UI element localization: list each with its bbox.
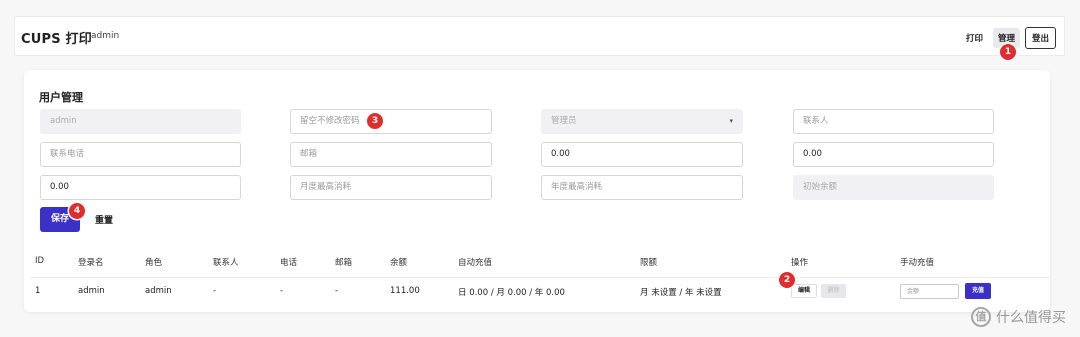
recharge-amount-input[interactable]: 金额 — [900, 284, 959, 299]
smzdm-logo-icon: 值 — [971, 307, 991, 327]
cell-phone: - — [280, 286, 284, 296]
cell-id: 1 — [35, 286, 41, 296]
col-role: 角色 — [145, 258, 163, 268]
email-field[interactable]: 邮箱 — [290, 142, 492, 167]
monthly-max-field[interactable]: 月度最高消耗 — [290, 175, 492, 200]
col-email: 邮箱 — [335, 258, 353, 268]
annotation-badge-2: 2 — [779, 272, 795, 288]
col-id: ID — [35, 256, 45, 266]
amount-field-c[interactable]: 0.00 — [40, 175, 241, 200]
col-actions: 操作 — [791, 258, 809, 268]
current-username: admin — [91, 31, 120, 41]
cell-contact: - — [213, 286, 217, 296]
amount-field-b[interactable]: 0.00 — [793, 142, 994, 167]
logout-button[interactable]: 登出 — [1024, 27, 1056, 49]
section-title: 用户管理 — [39, 91, 83, 104]
username-field: admin — [40, 109, 241, 134]
nav-print[interactable]: 打印 — [961, 28, 988, 48]
col-contact: 联系人 — [213, 258, 239, 268]
chevron-down-icon: ▾ — [729, 117, 733, 125]
edit-button[interactable]: 编辑 — [791, 284, 817, 298]
delete-button[interactable]: 删除 — [821, 284, 846, 298]
col-login: 登录名 — [78, 258, 104, 268]
cell-limit: 月 未设置 / 年 未设置 — [640, 288, 722, 298]
yearly-max-field[interactable]: 年度最高消耗 — [541, 175, 743, 200]
cell-balance: 111.00 — [390, 286, 420, 296]
cell-login: admin — [78, 286, 105, 296]
app-title: CUPS 打印 — [21, 32, 92, 47]
cell-role: admin — [145, 286, 172, 296]
col-auto-recharge: 自动充值 — [458, 258, 493, 268]
contact-field[interactable]: 联系人 — [793, 109, 994, 134]
annotation-badge-3: 3 — [367, 113, 383, 129]
col-limit: 限额 — [640, 258, 658, 268]
recharge-button[interactable]: 充值 — [965, 283, 991, 299]
watermark: 值 什么值得买 — [971, 307, 1066, 327]
annotation-badge-4: 4 — [69, 203, 85, 219]
role-select[interactable]: 管理员 ▾ — [541, 109, 743, 134]
col-phone: 电话 — [280, 258, 298, 268]
phone-field[interactable]: 联系电话 — [40, 142, 241, 167]
password-field[interactable]: 留空不修改密码 — [290, 109, 492, 134]
user-management-card: 用户管理 admin 留空不修改密码 管理员 ▾ 联系人 联系电话 邮箱 0.0… — [24, 70, 1050, 312]
col-balance: 余额 — [390, 258, 408, 268]
top-navbar: CUPS 打印 admin 打印 管理 登出 — [14, 16, 1065, 56]
col-manual-recharge: 手动充值 — [900, 258, 935, 268]
cell-auto-recharge: 日 0.00 / 月 0.00 / 年 0.00 — [458, 288, 565, 298]
cell-email: - — [335, 286, 339, 296]
watermark-text: 什么值得买 — [996, 310, 1066, 326]
amount-field-a[interactable]: 0.00 — [541, 142, 743, 167]
annotation-badge-1: 1 — [1000, 44, 1016, 60]
initial-balance-field: 初始余额 — [793, 175, 994, 200]
reset-button[interactable]: 重置 — [95, 213, 113, 226]
